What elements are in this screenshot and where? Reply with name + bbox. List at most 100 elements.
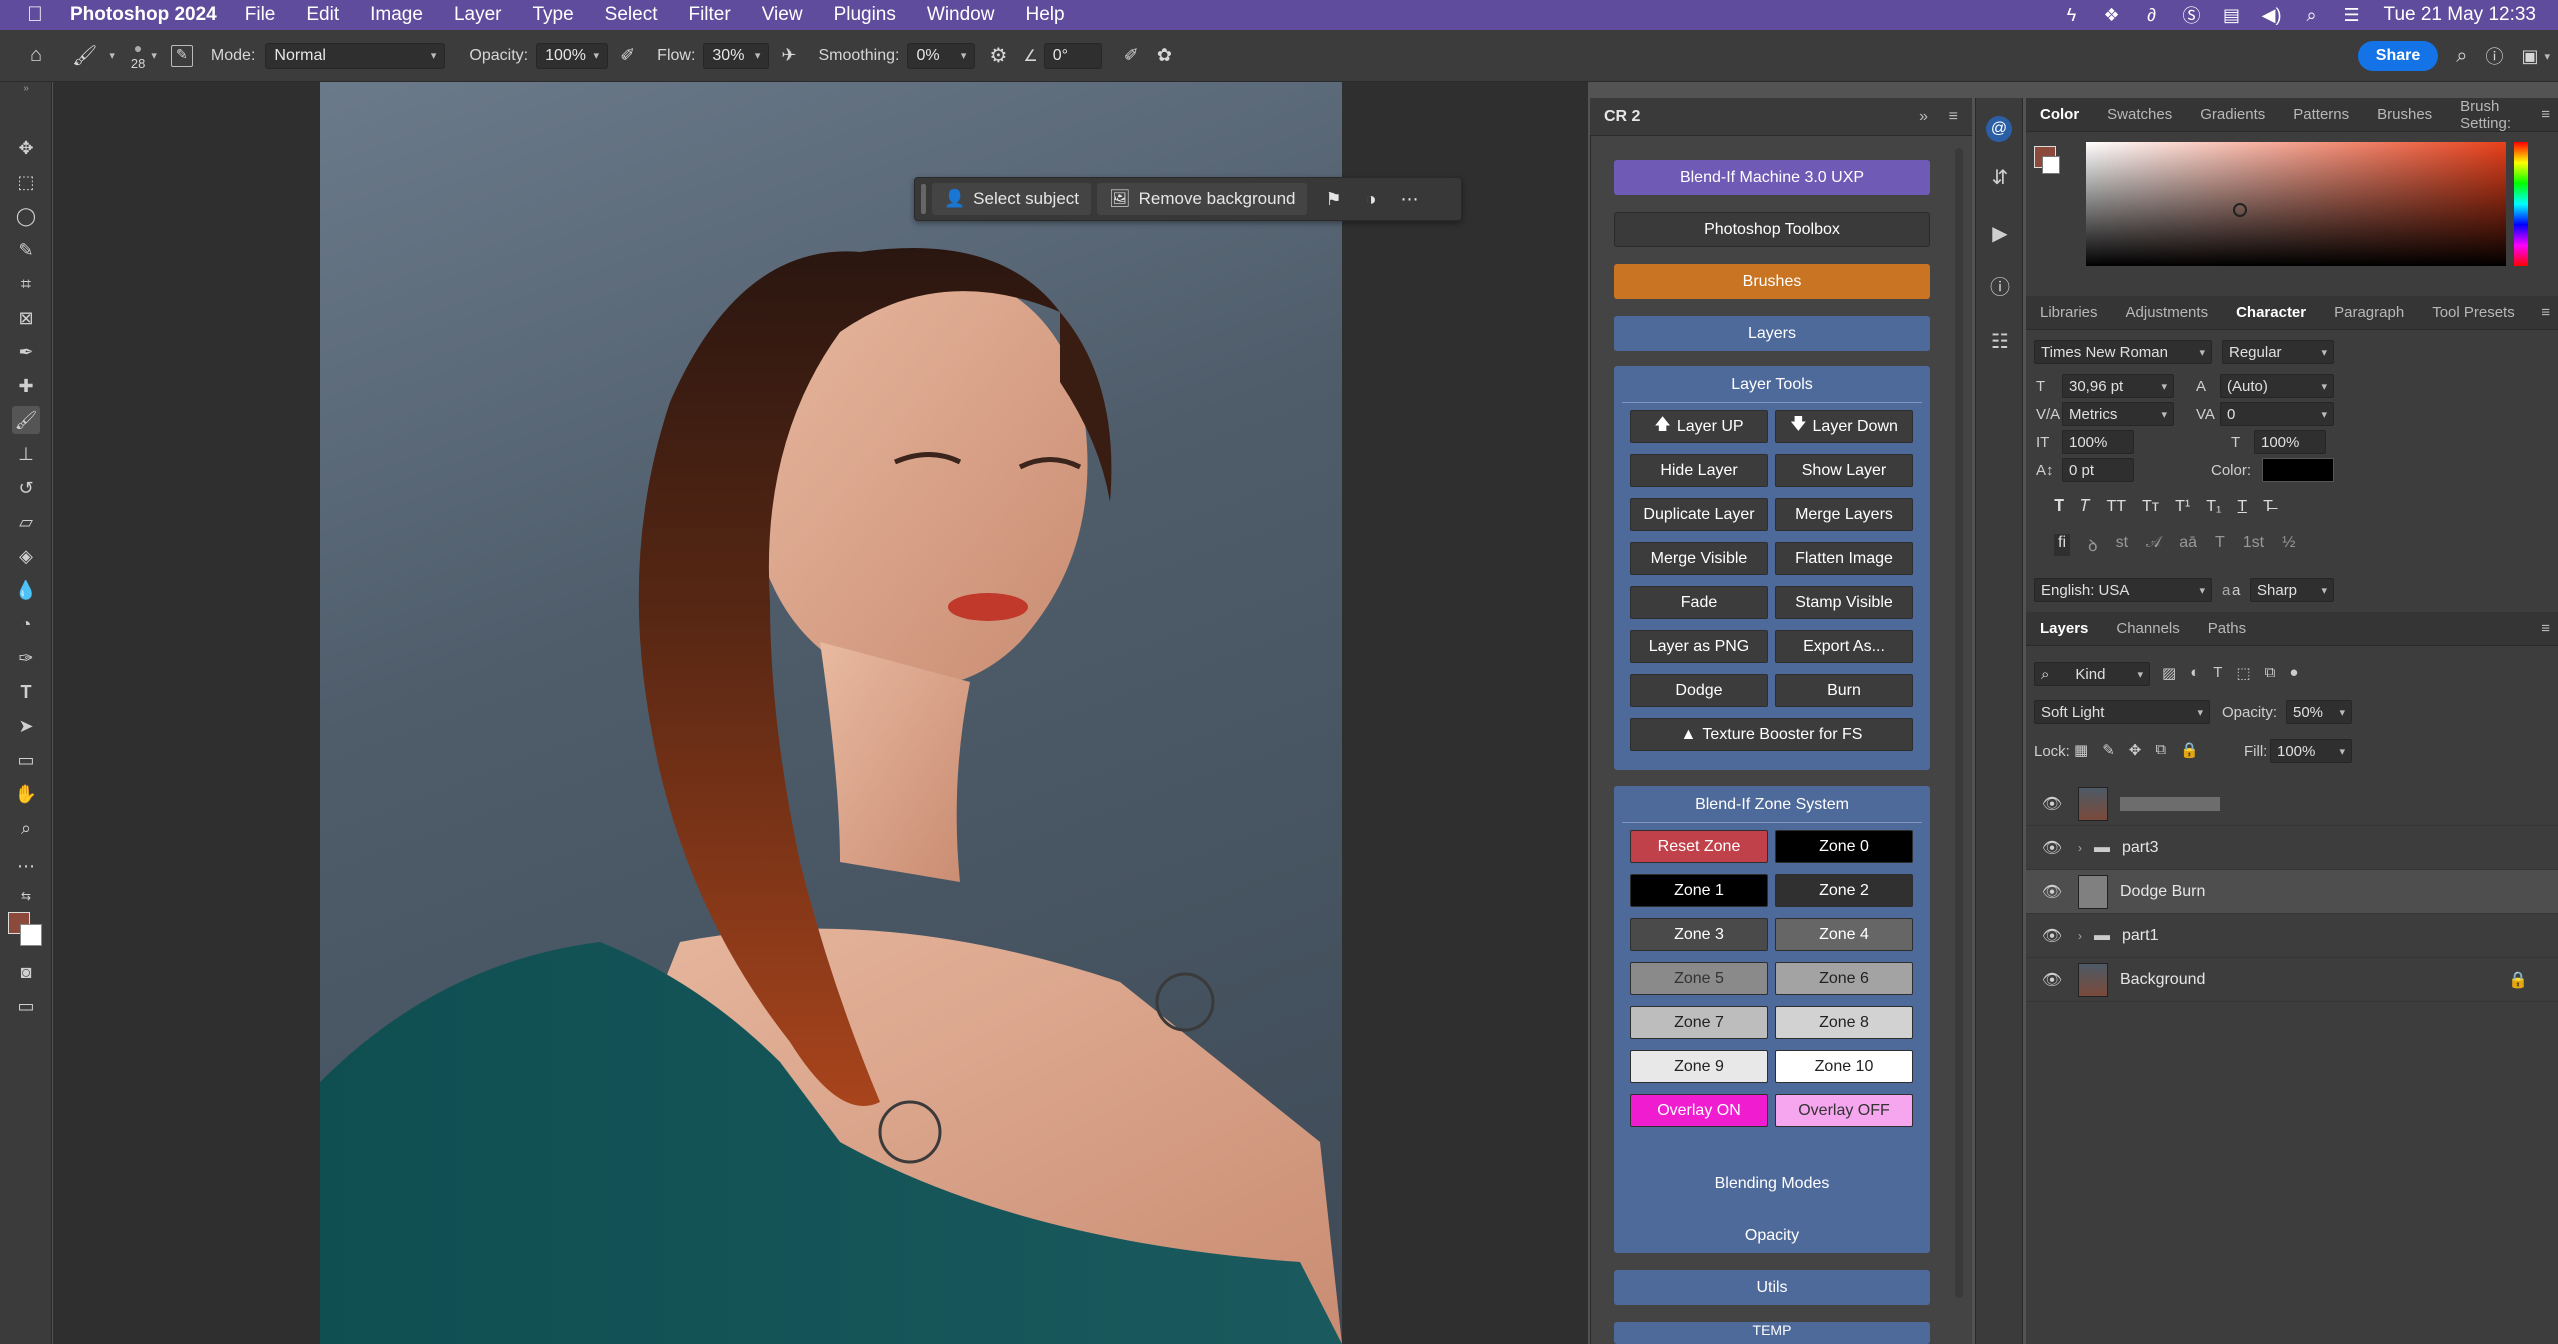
horizontal-scale-field[interactable]: 100% xyxy=(2254,430,2326,454)
all-caps-icon[interactable]: TT xyxy=(2106,498,2126,516)
hand-tool-icon[interactable]: ✋ xyxy=(12,780,40,808)
type-filter-icon[interactable]: T xyxy=(2213,664,2222,682)
bolt-icon[interactable]: ϟ xyxy=(2052,5,2092,26)
blur-tool-icon[interactable]: 💧 xyxy=(12,576,40,604)
menu-window[interactable]: Window xyxy=(927,4,995,26)
fractions-icon[interactable]: ½ xyxy=(2282,534,2295,556)
menu-help[interactable]: Help xyxy=(1025,4,1064,26)
chevron-right-icon[interactable]: › xyxy=(2078,929,2094,943)
ligatures-icon[interactable]: fi xyxy=(2054,534,2070,556)
font-size-field[interactable]: 30,96 pt ▾ xyxy=(2062,374,2174,398)
tab-paths[interactable]: Paths xyxy=(2194,620,2260,637)
tool-preset-dropdown[interactable]: ▾ xyxy=(109,49,115,62)
smoothing-field[interactable]: 0% ▾ xyxy=(907,42,976,69)
pressure-size-icon[interactable]: ✐ xyxy=(1124,45,1139,66)
stamp-visible-button[interactable]: Stamp Visible xyxy=(1775,586,1913,619)
zone-2-button[interactable]: Zone 2 xyxy=(1775,874,1913,907)
underline-icon[interactable]: T̲ xyxy=(2237,498,2247,516)
more-tools-icon[interactable]: ⋯ xyxy=(12,852,40,880)
quick-mask-icon[interactable]: ◙ xyxy=(12,958,40,986)
collapse-icon[interactable]: » xyxy=(12,82,40,96)
zone-1-button[interactable]: Zone 1 xyxy=(1630,874,1768,907)
zone-0-button[interactable]: Zone 0 xyxy=(1775,830,1913,863)
filter-toggle-icon[interactable]: ● xyxy=(2289,664,2298,682)
angle-field[interactable]: 0° xyxy=(1043,42,1102,69)
help-icon[interactable]: ⓘ xyxy=(2485,43,2503,69)
crop-tool-icon[interactable]: ⌗ xyxy=(12,270,40,298)
texture-booster-button[interactable]: ▲ Texture Booster for FS xyxy=(1630,718,1913,751)
portrait-photo[interactable] xyxy=(320,82,1342,1344)
tab-libraries[interactable]: Libraries xyxy=(2026,304,2112,321)
background-color-swatch[interactable] xyxy=(20,924,42,946)
history-brush-tool-icon[interactable]: ↺ xyxy=(12,474,40,502)
more-options-icon[interactable]: ⋯ xyxy=(1401,189,1419,210)
layer-filter-select[interactable]: ⌕ Kind ▾ xyxy=(2034,662,2150,686)
type-tool-icon[interactable]: T xyxy=(12,678,40,706)
hide-layer-button[interactable]: Hide Layer xyxy=(1630,454,1768,487)
apple-icon[interactable]:  xyxy=(0,3,70,27)
lock-artboard-icon[interactable]: ⧉ xyxy=(2155,741,2166,759)
marquee-tool-icon[interactable]: ⬚ xyxy=(12,168,40,196)
healing-tool-icon[interactable]: ✚ xyxy=(12,372,40,400)
ordinals-icon[interactable]: 1st xyxy=(2243,534,2264,556)
zone-8-button[interactable]: Zone 8 xyxy=(1775,1006,1913,1039)
layer-row[interactable]: 👁 › ▬ part1 xyxy=(2026,914,2558,958)
language-select[interactable]: English: USA ▾ xyxy=(2034,578,2212,602)
cr-plugin-icon[interactable]: @ xyxy=(1986,116,2012,142)
menu-plugins[interactable]: Plugins xyxy=(834,4,896,26)
tab-swatches[interactable]: Swatches xyxy=(2093,106,2186,123)
zone-10-button[interactable]: Zone 10 xyxy=(1775,1050,1913,1083)
pen-tool-icon[interactable]: ✑ xyxy=(12,644,40,672)
smart-object-filter-icon[interactable]: ⧉ xyxy=(2265,664,2276,682)
tab-channels[interactable]: Channels xyxy=(2102,620,2193,637)
lock-icon[interactable]: 🔒 xyxy=(2508,970,2528,990)
zone-5-button[interactable]: Zone 5 xyxy=(1630,962,1768,995)
superscript-icon[interactable]: T¹ xyxy=(2175,498,2190,516)
reset-zone-button[interactable]: Reset Zone xyxy=(1630,830,1768,863)
paint-bucket-tool-icon[interactable]: ◈ xyxy=(12,542,40,570)
eyedropper-tool-icon[interactable]: ✒ xyxy=(12,338,40,366)
layer-up-button[interactable]: 🡅 Layer UP xyxy=(1630,410,1768,443)
zone-4-button[interactable]: Zone 4 xyxy=(1775,918,1913,951)
rectangle-tool-icon[interactable]: ▭ xyxy=(12,746,40,774)
small-caps-icon[interactable]: Tᴛ xyxy=(2142,498,2159,516)
workspace-caret[interactable]: ▾ xyxy=(2544,50,2550,63)
blending-modes-button[interactable]: Blending Modes xyxy=(1614,1166,1930,1201)
symmetry-icon[interactable]: ✿ xyxy=(1157,45,1172,66)
opacity-field[interactable]: 100% ▾ xyxy=(536,42,609,69)
select-subject-button[interactable]: 👤 Select subject xyxy=(932,183,1092,215)
display-icon[interactable]: ▤ xyxy=(2212,5,2252,26)
tab-character[interactable]: Character xyxy=(2222,304,2320,321)
remove-background-button[interactable]: 🖼 Remove background xyxy=(1097,183,1308,215)
lasso-tool-icon[interactable]: ◯ xyxy=(12,202,40,230)
panel-menu-icon[interactable]: ≡ xyxy=(1949,108,1958,126)
export-as-button[interactable]: Export As... xyxy=(1775,630,1913,663)
old-style-icon[interactable]: ꝺ xyxy=(2088,534,2098,556)
swash-icon[interactable]: st xyxy=(2116,534,2128,556)
strikethrough-icon[interactable]: T̶ xyxy=(2263,498,2273,516)
tab-gradients[interactable]: Gradients xyxy=(2186,106,2279,123)
show-layer-button[interactable]: Show Layer xyxy=(1775,454,1913,487)
alternates-icon[interactable]: 𝒜 xyxy=(2146,534,2161,556)
subscript-icon[interactable]: T₁ xyxy=(2206,498,2221,516)
adjustment-filter-icon[interactable]: ◐ xyxy=(2190,664,2199,682)
faux-italic-icon[interactable]: 𝑇 xyxy=(2080,498,2090,516)
dodge-button[interactable]: Dodge xyxy=(1630,674,1768,707)
tab-patterns[interactable]: Patterns xyxy=(2279,106,2363,123)
zone-9-button[interactable]: Zone 9 xyxy=(1630,1050,1768,1083)
control-center-icon[interactable]: ☰ xyxy=(2332,5,2372,26)
layer-opacity-field[interactable]: 50% ▾ xyxy=(2286,700,2352,724)
color-picker-ring[interactable] xyxy=(2233,203,2247,217)
dodge-tool-icon[interactable]: ◔ xyxy=(12,610,40,638)
search-icon[interactable]: ⌕ xyxy=(2456,45,2467,68)
brushes-button[interactable]: Brushes xyxy=(1614,264,1930,299)
eye-icon[interactable]: 👁 xyxy=(2026,794,2078,814)
brush-preset-picker[interactable]: ● 28 xyxy=(131,40,145,71)
leading-field[interactable]: (Auto) ▾ xyxy=(2220,374,2334,398)
menu-image[interactable]: Image xyxy=(370,4,423,26)
eye-icon[interactable]: 👁 xyxy=(2026,838,2078,858)
stamp-tool-icon[interactable]: ⊥ xyxy=(12,440,40,468)
screen-mode-icon[interactable]: ▭ xyxy=(12,992,40,1020)
opacity-button[interactable]: Opacity xyxy=(1614,1218,1930,1253)
mode-select[interactable]: Normal ▾ xyxy=(265,42,446,69)
